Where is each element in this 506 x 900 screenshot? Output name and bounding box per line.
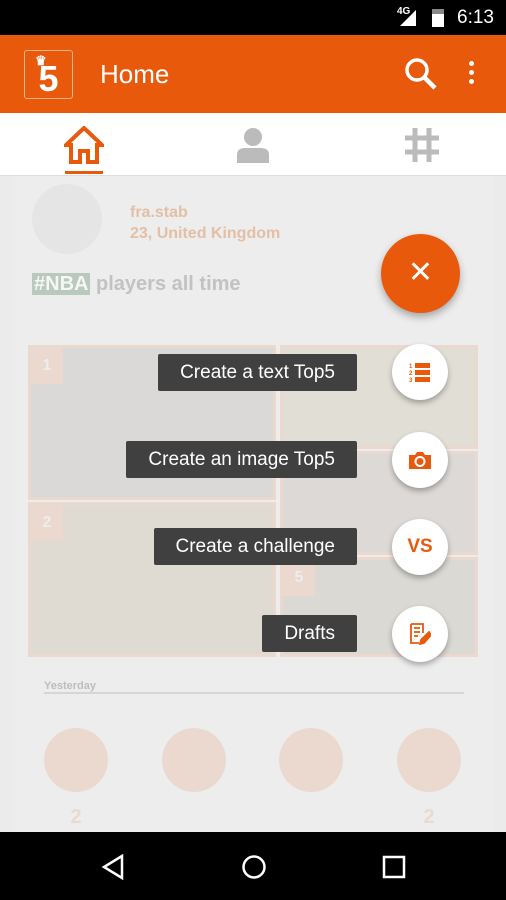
edit-document-icon bbox=[410, 623, 431, 645]
home-button[interactable] bbox=[241, 854, 267, 880]
close-fab-button[interactable]: ✕ bbox=[381, 234, 460, 313]
username[interactable]: fra.stab bbox=[130, 204, 188, 222]
close-icon: ✕ bbox=[407, 256, 434, 289]
drafts-button[interactable] bbox=[392, 606, 448, 662]
more-vert-icon[interactable] bbox=[466, 61, 476, 89]
back-button[interactable] bbox=[101, 854, 125, 880]
vs-icon: VS bbox=[407, 536, 433, 557]
tab-hashtag[interactable] bbox=[338, 113, 506, 176]
home-icon bbox=[64, 125, 104, 164]
numbered-list-icon: 123 bbox=[409, 363, 430, 382]
fab-label-text-top5[interactable]: Create a text Top5 bbox=[158, 354, 357, 391]
tab-home[interactable] bbox=[0, 113, 168, 176]
battery-icon bbox=[432, 9, 444, 27]
page-title: Home bbox=[100, 59, 170, 89]
recents-button[interactable] bbox=[382, 855, 406, 879]
profile-icon bbox=[237, 127, 269, 163]
fab-label-image-top5[interactable]: Create an image Top5 bbox=[126, 441, 357, 478]
date-label: Yesterday bbox=[44, 680, 464, 694]
signal-icon bbox=[400, 10, 416, 26]
fab-label-challenge[interactable]: Create a challenge bbox=[153, 528, 357, 565]
clock: 6:13 bbox=[457, 7, 494, 28]
user-location: 23, United Kingdom bbox=[130, 225, 281, 242]
status-bar: 4G 6:13 bbox=[0, 0, 506, 35]
search-icon[interactable] bbox=[404, 57, 438, 91]
app-logo: ♛ 5 bbox=[24, 50, 73, 99]
fab-label-drafts[interactable]: Drafts bbox=[262, 615, 357, 652]
hashtag[interactable]: #NBA bbox=[32, 273, 91, 295]
svg-text:1: 1 bbox=[409, 364, 413, 370]
post-title-text: players all time bbox=[96, 273, 241, 295]
create-image-top5-button[interactable] bbox=[392, 432, 448, 488]
app-bar: ♛ 5 Home bbox=[0, 35, 506, 113]
create-text-top5-button[interactable]: 123 bbox=[392, 344, 448, 400]
tab-profile[interactable] bbox=[169, 113, 337, 176]
svg-text:3: 3 bbox=[409, 378, 413, 382]
post-title: #NBA players all time bbox=[32, 273, 241, 296]
navigation-bar bbox=[0, 832, 506, 900]
camera-icon bbox=[409, 452, 431, 469]
hashtag-icon bbox=[405, 127, 439, 162]
svg-text:2: 2 bbox=[409, 371, 413, 377]
tab-bar bbox=[0, 113, 506, 176]
create-challenge-button[interactable]: VS bbox=[392, 519, 448, 575]
